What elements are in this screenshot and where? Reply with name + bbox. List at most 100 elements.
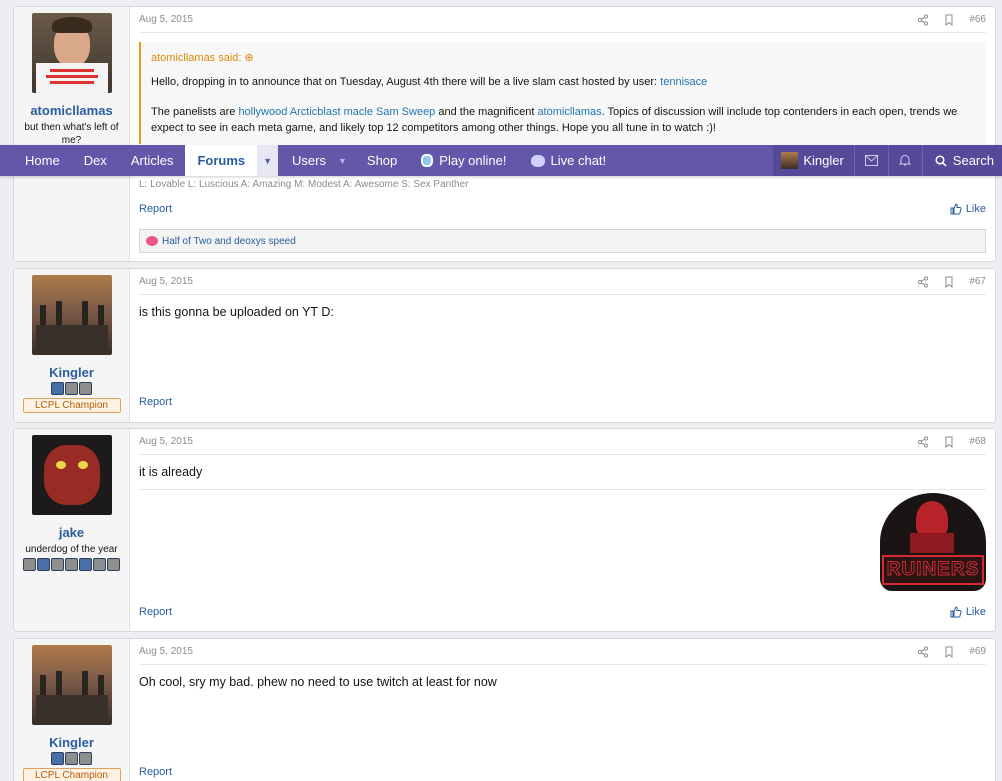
chevron-down-icon[interactable]: ▼ (257, 145, 279, 176)
envelope-icon (864, 155, 878, 166)
post-message: is this gonna be uploaded on YT D: (139, 305, 334, 319)
bookmark-icon[interactable] (943, 646, 955, 658)
post-date[interactable]: Aug 5, 2015 (139, 276, 193, 287)
showdown-icon (421, 154, 434, 167)
nav-play-online[interactable]: Play online! (409, 145, 518, 176)
post-number[interactable]: #66 (969, 14, 986, 25)
badge-icon (79, 752, 92, 765)
post-date[interactable]: Aug 5, 2015 (139, 646, 193, 657)
badge-icon (107, 558, 120, 571)
arrow-up-icon[interactable]: ⊕ (245, 52, 254, 64)
post-message: it is already (139, 465, 203, 479)
chevron-down-icon[interactable]: ▼ (338, 145, 355, 176)
user-link-tennisace[interactable]: tennisace (660, 76, 707, 88)
bookmark-icon[interactable] (943, 276, 955, 288)
user-title: but then what's left of me? (24, 122, 119, 146)
nav-live-chat[interactable]: Live chat! (519, 145, 619, 176)
badge-icon (79, 382, 92, 395)
quote-block: atomicllamas said: ⊕ Hello, dropping in … (139, 42, 986, 144)
like-button[interactable]: Like (950, 203, 986, 215)
avatar[interactable] (31, 13, 112, 93)
post-68: jake underdog of the year Aug 5, 2015 #6… (13, 428, 996, 632)
report-link[interactable]: Report (139, 203, 172, 215)
user-badges (51, 752, 92, 765)
badge-icon (65, 382, 78, 395)
partial-text: L: Lovable L: Luscious A: Amazing M: Mod… (139, 179, 469, 190)
badge-icon (23, 558, 36, 571)
alerts-button[interactable] (887, 145, 922, 176)
post-number[interactable]: #68 (969, 436, 986, 447)
quote-paragraph-2: The panelists are hollywood Arcticblast … (151, 104, 976, 136)
badge-icon (65, 752, 78, 765)
badge-icon (51, 752, 64, 765)
post-meta: Aug 5, 2015 #66 (139, 7, 986, 33)
post-date[interactable]: Aug 5, 2015 (139, 14, 193, 25)
quote-text: The panelists are (151, 106, 239, 118)
like-label: Like (965, 203, 986, 215)
username[interactable]: atomicllamas (30, 103, 112, 118)
user-link-atomicllamas[interactable]: atomicllamas (537, 106, 601, 118)
user-column: jake underdog of the year (14, 429, 130, 631)
nav-shop[interactable]: Shop (355, 145, 409, 176)
post-footer: Report Like (139, 203, 986, 215)
report-link[interactable]: Report (139, 396, 172, 408)
search-icon (935, 154, 947, 167)
user-link-panelists[interactable]: hollywood Arcticblast macle Sam Sweep (238, 106, 435, 118)
username[interactable]: Kingler (49, 365, 94, 380)
user-badges (51, 382, 92, 395)
user-column: Kingler LCPL Champion (14, 639, 130, 781)
badge-icon (51, 382, 64, 395)
post-footer: Report (139, 766, 986, 778)
nav-user-menu[interactable]: Kingler (773, 145, 854, 176)
nav-forums[interactable]: Forums (185, 145, 258, 176)
post-date[interactable]: Aug 5, 2015 (139, 436, 193, 447)
post-main: Aug 5, 2015 #68 it is already RUINERS Re… (130, 429, 995, 631)
share-icon[interactable] (917, 435, 929, 448)
avatar[interactable] (31, 435, 112, 515)
badge-icon (79, 558, 92, 571)
quote-text: Hello, dropping in to announce that on T… (151, 76, 661, 88)
quote-text: and the magnificent (435, 106, 538, 118)
quote-paragraph-1: Hello, dropping in to announce that on T… (151, 74, 976, 90)
nav-home[interactable]: Home (0, 145, 72, 176)
share-icon[interactable] (917, 275, 929, 288)
post-meta: Aug 5, 2015 #67 (139, 269, 986, 295)
user-banner: LCPL Champion (22, 768, 121, 781)
quote-header[interactable]: atomicllamas said: ⊕ (151, 50, 976, 66)
inbox-button[interactable] (853, 145, 888, 176)
logo-text: RUINERS (886, 559, 980, 581)
user-column: atomicllamas but then what's left of me? (14, 7, 130, 261)
share-icon[interactable] (917, 645, 929, 658)
signature-link[interactable]: Half of Two and deoxys speed (162, 236, 296, 247)
like-button[interactable]: Like (950, 606, 986, 618)
post-number[interactable]: #69 (969, 646, 986, 657)
report-link[interactable]: Report (139, 766, 172, 778)
report-link[interactable]: Report (139, 606, 172, 618)
bell-icon (899, 154, 912, 166)
thumbs-up-icon (950, 606, 962, 618)
nav-username: Kingler (803, 153, 844, 168)
post-footer: Report Like (139, 606, 986, 618)
search-button[interactable]: Search (921, 145, 1002, 176)
nav-articles[interactable]: Articles (119, 145, 186, 176)
navbar: Home Dex Articles Forums ▼ Users ▼ Shop … (0, 145, 1002, 176)
search-label: Search (952, 153, 994, 168)
avatar[interactable] (31, 275, 112, 355)
signature: Half of Two and deoxys speed (139, 229, 986, 253)
nav-users[interactable]: Users (278, 145, 338, 176)
post-main: Aug 5, 2015 #66 atomicllamas said: ⊕ Hel… (130, 7, 995, 261)
thumbs-up-icon (950, 203, 962, 215)
bookmark-icon[interactable] (943, 14, 955, 26)
share-icon[interactable] (917, 13, 929, 26)
post-main: Aug 5, 2015 #67 is this gonna be uploade… (130, 269, 995, 422)
post-number[interactable]: #67 (969, 276, 986, 287)
play-online-label: Play online! (439, 153, 507, 168)
avatar[interactable] (31, 645, 112, 725)
bookmark-icon[interactable] (943, 436, 955, 448)
nav-dex[interactable]: Dex (72, 145, 119, 176)
post-67: Kingler LCPL Champion Aug 5, 2015 #67 is… (13, 268, 996, 423)
quote-author[interactable]: atomicllamas said: (151, 52, 241, 64)
username[interactable]: jake (59, 525, 84, 540)
username[interactable]: Kingler (49, 735, 94, 750)
badge-icon (93, 558, 106, 571)
